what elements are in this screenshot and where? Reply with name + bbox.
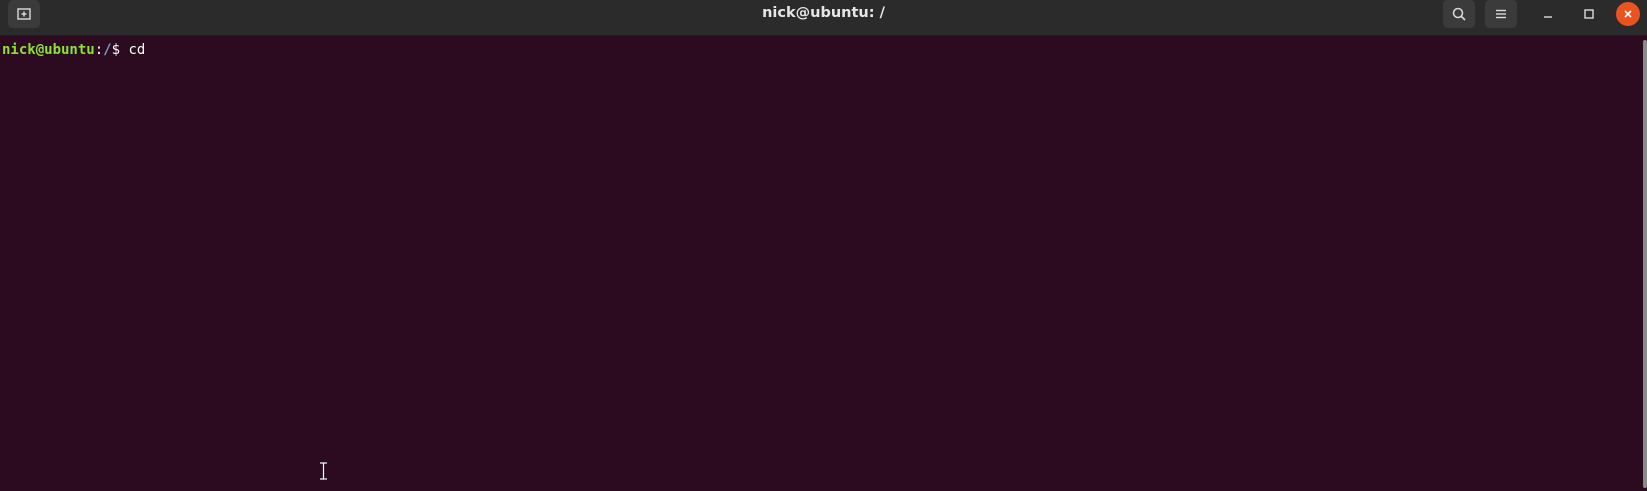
terminal-prompt-line: nick@ubuntu:/$ cd <box>2 41 145 59</box>
title-bar[interactable]: nick@ubuntu: / <box>0 0 1647 36</box>
prompt-separator: : <box>94 42 104 58</box>
text-cursor-icon <box>320 462 327 480</box>
terminal-output-area[interactable]: nick@ubuntu:/$ cd <box>0 36 1643 491</box>
maximize-icon <box>1584 9 1594 19</box>
maximize-button[interactable] <box>1577 2 1601 26</box>
search-button[interactable] <box>1443 0 1475 28</box>
minimize-icon <box>1544 16 1552 18</box>
window-title: nick@ubuntu: / <box>762 5 885 21</box>
scrollbar[interactable] <box>1643 36 1647 491</box>
close-button[interactable] <box>1616 2 1640 26</box>
scrollbar-thumb[interactable] <box>1643 40 1647 488</box>
prompt-symbol: $ <box>111 42 129 58</box>
search-icon <box>1452 7 1466 21</box>
typed-command: cd <box>128 42 146 58</box>
hamburger-menu-icon <box>1496 9 1506 19</box>
minimize-button[interactable] <box>1536 2 1560 26</box>
close-icon <box>1624 10 1632 18</box>
menu-button[interactable] <box>1485 0 1517 28</box>
terminal-window: nick@ubuntu: / nick@ubuntu:/$ cd <box>0 0 1647 491</box>
new-tab-icon <box>17 8 31 20</box>
prompt-user: nick@ubuntu <box>2 42 95 58</box>
new-tab-button[interactable] <box>8 0 40 28</box>
prompt-path: / <box>103 42 112 58</box>
